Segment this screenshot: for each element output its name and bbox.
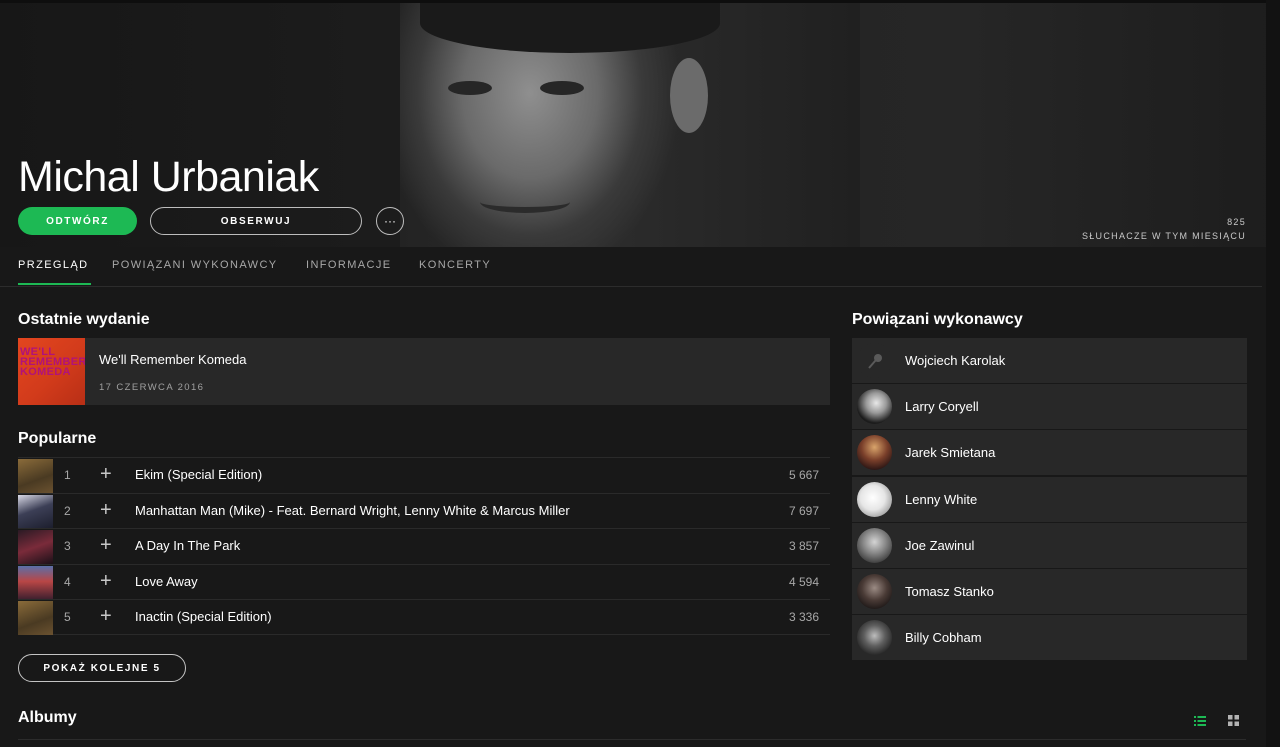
latest-release-heading: Ostatnie wydanie [18, 311, 150, 328]
artist-name: Michal Urbaniak [18, 153, 319, 201]
related-artist-name: Billy Cobham [905, 630, 982, 646]
cover-text-line: KOMEDA [20, 366, 71, 378]
related-artist-item[interactable]: Jarek Smietana [852, 430, 1247, 476]
track-number: 5 [64, 610, 71, 625]
track-number: 3 [64, 539, 71, 554]
follow-button[interactable]: OBSERWUJ [150, 207, 362, 235]
grid-view-icon[interactable] [1228, 715, 1239, 726]
artist-header: Michal Urbaniak ODTWÓRZ OBSERWUJ ··· 825… [0, 0, 1280, 247]
tab-overview[interactable]: PRZEGLĄD [18, 259, 90, 285]
artist-avatar [857, 573, 892, 609]
related-artist-name: Joe Zawinul [905, 537, 975, 553]
artist-avatar [857, 435, 892, 471]
artist-avatar [857, 527, 892, 563]
albums-heading: Albumy [18, 709, 77, 726]
photo-eye-right [540, 81, 584, 95]
related-artist-name: Wojciech Karolak [905, 353, 1006, 368]
artist-tabs: PRZEGLĄD POWIĄZANI WYKONAWCY INFORMACJE … [0, 247, 1262, 287]
track-title: Love Away [135, 573, 198, 589]
track-row[interactable]: 4 + Love Away 4 594 [18, 563, 830, 600]
popular-heading: Popularne [18, 430, 97, 447]
artist-avatar [857, 620, 892, 656]
show-more-button[interactable]: POKAŻ KOLEJNE 5 [18, 654, 186, 682]
track-thumbnail [18, 459, 53, 493]
track-plays: 5 667 [788, 468, 819, 482]
scrollbar[interactable] [1266, 0, 1280, 747]
tab-about[interactable]: INFORMACJE [306, 259, 392, 271]
track-thumbnail [18, 601, 53, 636]
tab-related-artists[interactable]: POWIĄZANI WYKONAWCY [112, 259, 278, 271]
related-artist-item[interactable]: Joe Zawinul [852, 522, 1247, 568]
track-title: Inactin (Special Edition) [135, 609, 272, 625]
track-row[interactable]: 5 + Inactin (Special Edition) 3 336 [18, 599, 830, 636]
track-number: 1 [64, 468, 71, 482]
related-artist-name: Larry Coryell [905, 399, 979, 415]
photo-hair [420, 3, 720, 53]
track-plays: 3 336 [788, 610, 819, 625]
release-date: 17 CZERWCA 2016 [99, 382, 205, 393]
albums-divider [18, 739, 1246, 740]
add-icon[interactable]: + [100, 499, 112, 521]
tab-concerts[interactable]: KONCERTY [419, 259, 491, 271]
related-artist-name: Tomasz Stanko [905, 583, 994, 599]
photo-ear [670, 58, 708, 133]
track-thumbnail [18, 565, 53, 600]
play-button[interactable]: ODTWÓRZ [18, 207, 137, 235]
add-icon[interactable]: + [100, 463, 112, 485]
track-title: Ekim (Special Edition) [135, 467, 263, 482]
related-artist-item[interactable]: Lenny White [852, 476, 1247, 522]
track-row[interactable]: 1 + Ekim (Special Edition) 5 667 [18, 457, 830, 493]
track-plays: 7 697 [788, 503, 819, 518]
release-cover-art[interactable]: WE'LL REMEMBER KOMEDA [18, 338, 85, 405]
track-plays: 4 594 [788, 574, 819, 589]
track-plays: 3 857 [788, 539, 819, 554]
artist-page: Michal Urbaniak ODTWÓRZ OBSERWUJ ··· 825… [0, 0, 1280, 747]
microphone-icon [857, 343, 892, 378]
track-title: A Day In The Park [135, 538, 241, 554]
latest-release-card[interactable]: WE'LL REMEMBER KOMEDA We'll Remember Kom… [18, 338, 830, 405]
track-thumbnail [18, 494, 53, 529]
related-artist-item[interactable]: Tomasz Stanko [852, 568, 1247, 614]
add-icon[interactable]: + [100, 570, 112, 592]
listeners-label: SŁUCHACZE W TYM MIESIĄCU [1081, 231, 1246, 241]
track-number: 4 [64, 574, 71, 589]
related-artist-name: Jarek Smietana [905, 445, 996, 461]
track-row[interactable]: 3 + A Day In The Park 3 857 [18, 528, 830, 565]
list-view-icon[interactable] [1194, 715, 1206, 727]
related-artist-item[interactable]: Billy Cobham [852, 615, 1247, 661]
related-artists-heading: Powiązani wykonawcy [852, 311, 1023, 328]
artist-avatar [857, 481, 892, 517]
photo-eye-left [448, 81, 492, 95]
ellipsis-icon: ··· [384, 214, 396, 228]
related-artist-item[interactable]: Larry Coryell [852, 384, 1247, 430]
related-artists-list: Wojciech Karolak Larry Coryell Jarek Smi… [852, 338, 1247, 661]
related-artist-item[interactable]: Wojciech Karolak [852, 338, 1247, 383]
photo-mouth [480, 191, 570, 213]
related-artist-name: Lenny White [905, 491, 978, 507]
track-number: 2 [64, 503, 71, 518]
artist-avatar [857, 389, 892, 425]
track-row[interactable]: 2 + Manhattan Man (Mike) - Feat. Bernard… [18, 492, 830, 529]
more-options-button[interactable]: ··· [376, 207, 404, 235]
popular-tracks-list: 1 + Ekim (Special Edition) 5 667 2 + Man… [18, 457, 830, 636]
track-title: Manhattan Man (Mike) - Feat. Bernard Wri… [135, 502, 570, 518]
listeners-count: 825 [1227, 217, 1246, 227]
release-title[interactable]: We'll Remember Komeda [99, 352, 246, 367]
track-thumbnail [18, 530, 53, 565]
add-icon[interactable]: + [100, 605, 112, 627]
monthly-listeners: 825 SŁUCHACZE W TYM MIESIĄCU [1082, 215, 1246, 243]
add-icon[interactable]: + [100, 534, 112, 556]
artist-header-photo [400, 3, 860, 247]
